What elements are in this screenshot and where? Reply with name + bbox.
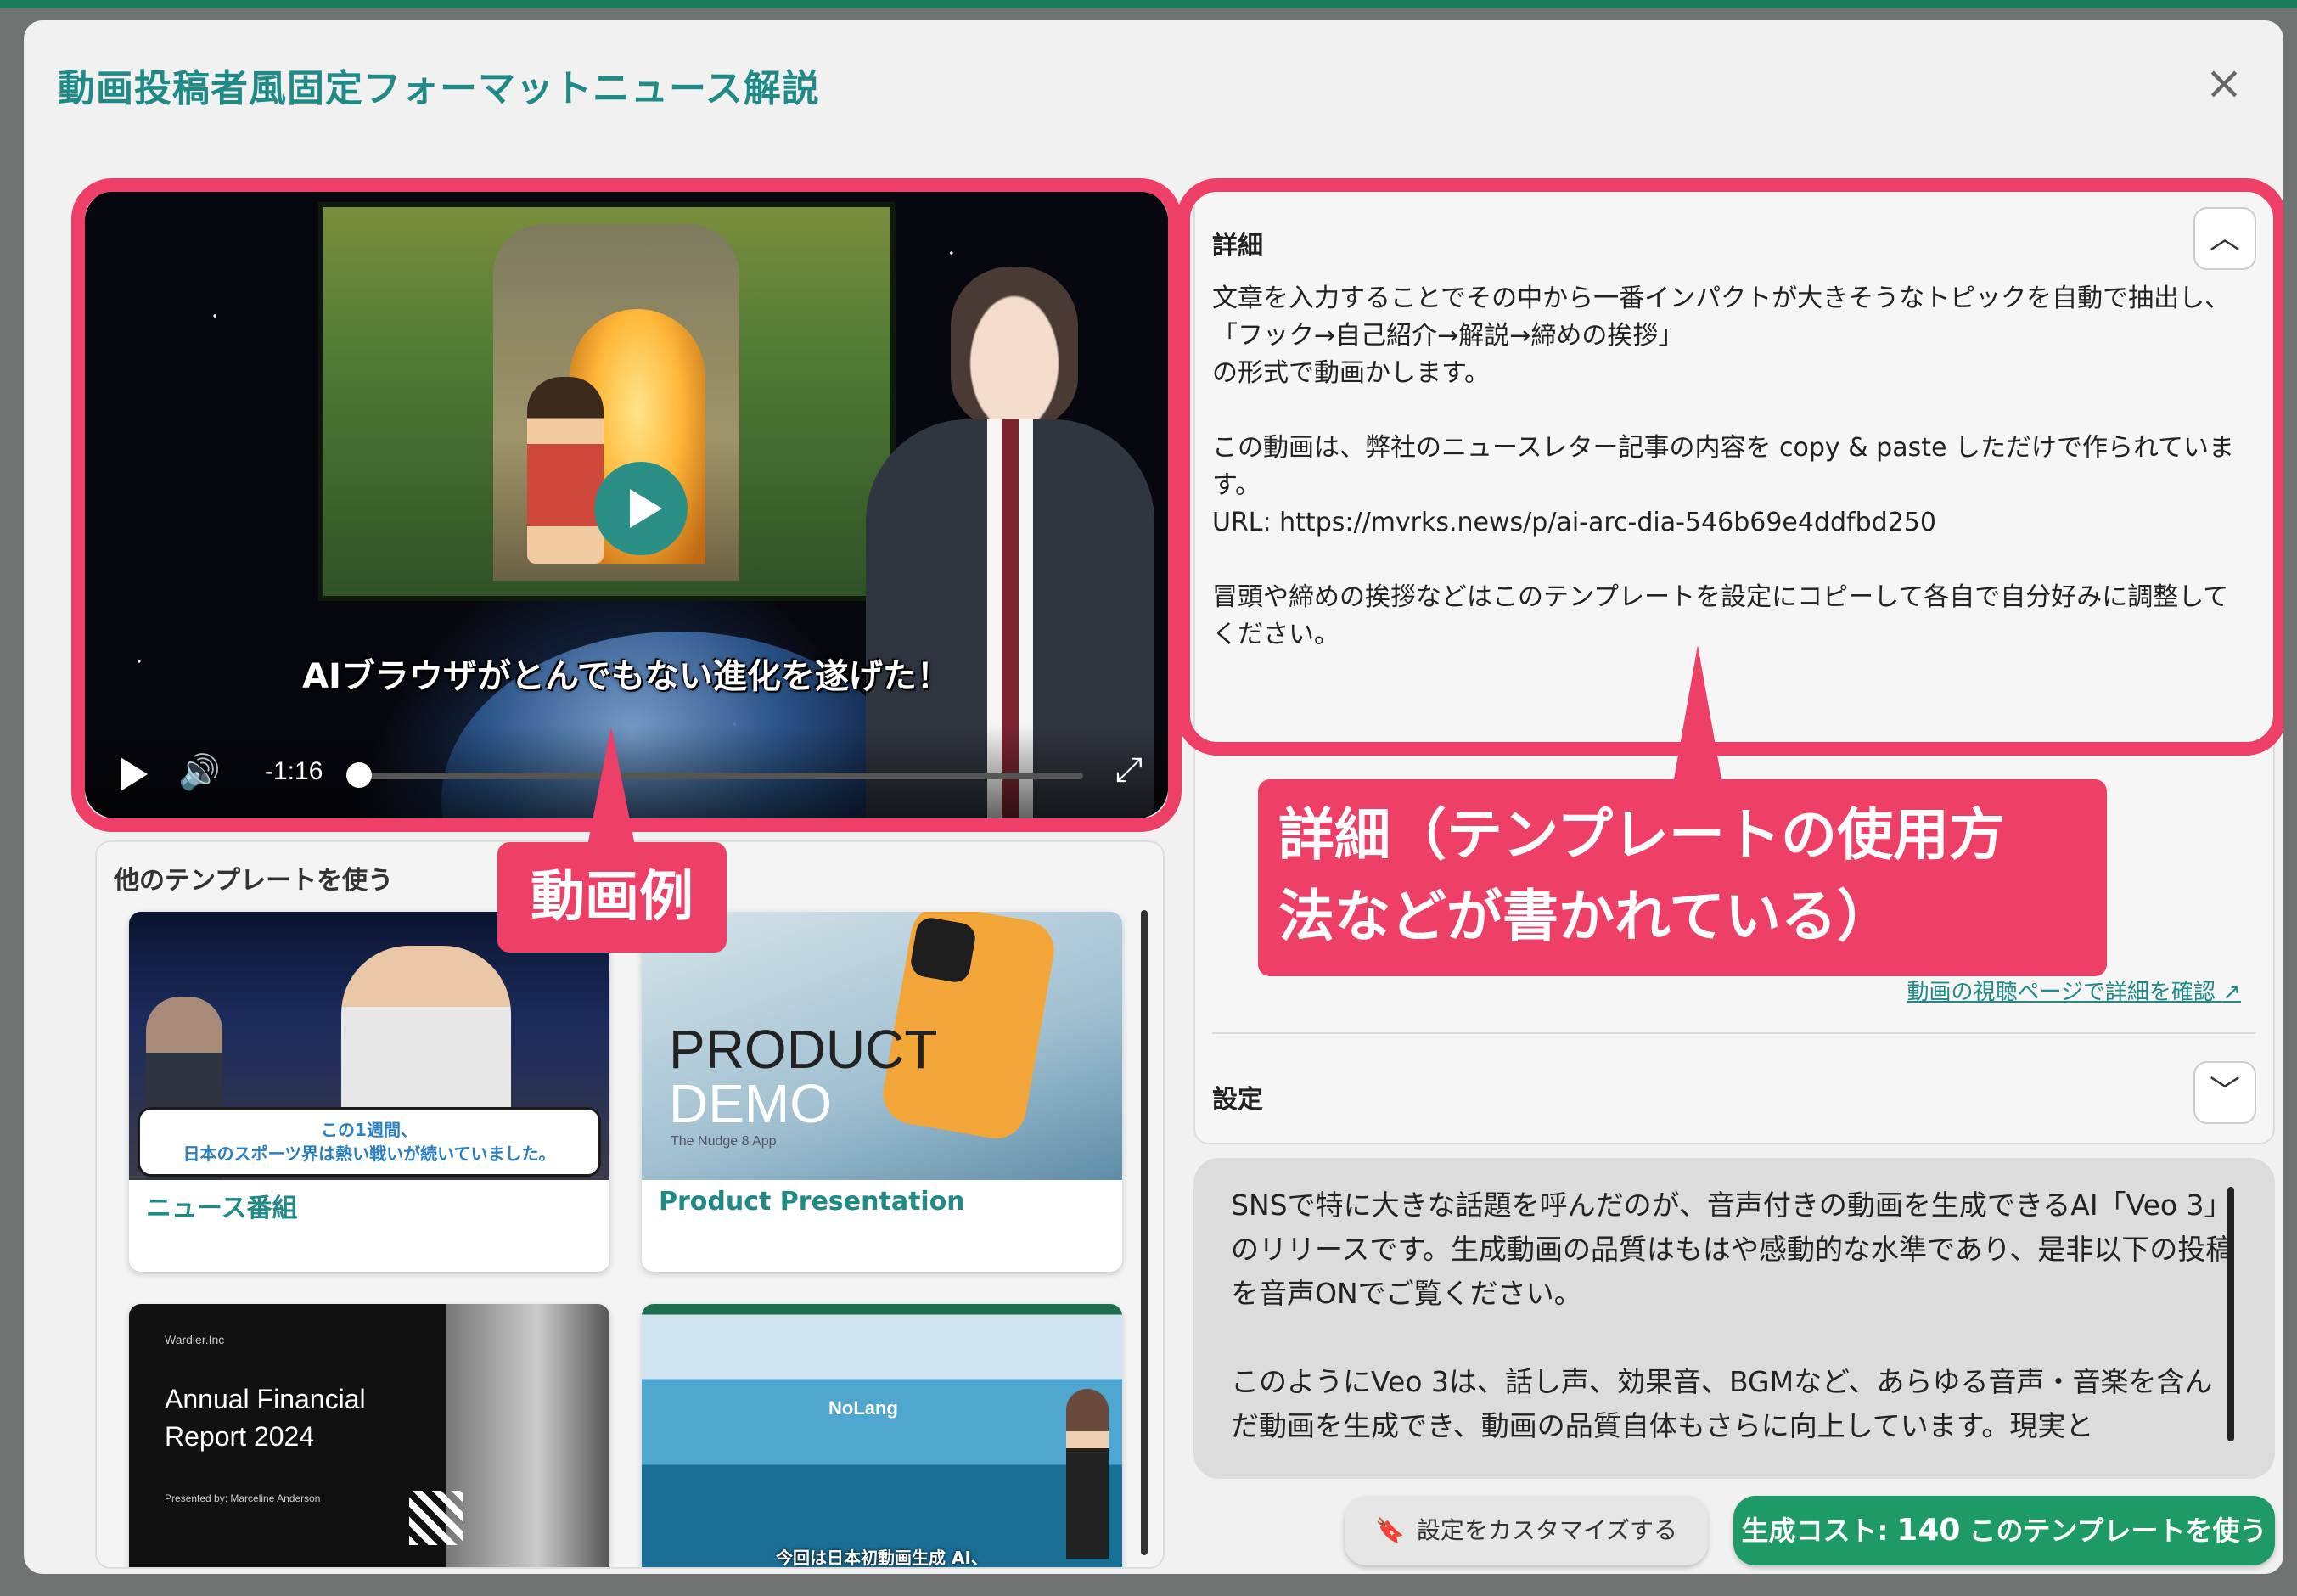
modal-title: 動画投稿者風固定フォーマットニュース解説 bbox=[58, 67, 820, 110]
templates-scrollbar[interactable] bbox=[1141, 910, 1148, 1555]
template-card-label: Product Presentation bbox=[659, 1187, 965, 1217]
template-card-nolang[interactable]: NoLang 今回は日本初動画生成 AI、 bbox=[642, 1304, 1122, 1567]
divider bbox=[1212, 1032, 2256, 1034]
video-player[interactable]: AIブラウザがとんでもない進化を遂げた！ 🔊 -1:16 ⤢ bbox=[85, 190, 1168, 818]
details-body: 文章を入力することでその中から一番インパクトが大きそうなトピックを自動で抽出し、… bbox=[1212, 284, 2235, 649]
settings-title: 設定 bbox=[1212, 1085, 1263, 1115]
volume-icon[interactable]: 🔊 bbox=[178, 752, 221, 792]
details-section: 詳細 ︿ 文章を入力することでその中から一番インパクトが大きそうなトピックを自動… bbox=[1195, 192, 2273, 735]
background-header-strip bbox=[0, 0, 2297, 8]
external-link-icon: ↗ bbox=[2222, 980, 2241, 1005]
play-icon[interactable] bbox=[594, 462, 688, 555]
view-page-link[interactable]: 動画の視聴ページで詳細を確認 ↗ bbox=[1907, 975, 2241, 1006]
time-remaining: -1:16 bbox=[265, 757, 323, 785]
template-card-product[interactable]: PRODUCT DEMO The Nudge 8 App Product Pre… bbox=[642, 912, 1122, 1272]
template-card-news[interactable]: この1週間、 日本のスポーツ界は熱い戦いが続いていました。 ニュース番組 bbox=[129, 912, 609, 1272]
annotation-details-note: 詳細（テンプレートの使用方 法などが書かれている） bbox=[1258, 779, 2107, 976]
details-title: 詳細 bbox=[1212, 231, 1263, 261]
close-icon[interactable]: × bbox=[2199, 58, 2249, 109]
thumbnail-caption: この1週間、 日本のスポーツ界は熱い戦いが続いていました。 bbox=[138, 1107, 601, 1177]
fullscreen-icon[interactable]: ⤢ bbox=[1115, 750, 1143, 790]
generation-cost: 140 bbox=[1896, 1513, 1961, 1548]
annotation-pointer bbox=[1671, 645, 1725, 798]
progress-bar[interactable] bbox=[355, 773, 1083, 779]
template-card-label: ニュース番組 bbox=[146, 1194, 298, 1223]
chevron-down-icon[interactable]: ﹀ bbox=[2193, 1061, 2256, 1124]
input-text-area[interactable]: SNSで特に大きな話題を呼んだのが、音声付きの動画を生成できるAI「Veo 3」… bbox=[1193, 1158, 2275, 1479]
template-thumbnail: NoLang 今回は日本初動画生成 AI、 bbox=[642, 1304, 1122, 1567]
template-card-annual-report[interactable]: Wardier.Inc Annual Financial Report 2024… bbox=[129, 1304, 609, 1567]
use-template-button[interactable]: 生成コスト: 140 このテンプレートを使う bbox=[1733, 1496, 2275, 1565]
annotation-video-example: 動画例 bbox=[497, 842, 727, 953]
template-modal: 動画投稿者風固定フォーマットニュース解説 × AIブラウザがとんでもない進化を遂… bbox=[24, 20, 2283, 1574]
details-settings-panel: 詳細 ︿ 文章を入力することでその中から一番インパクトが大きそうなトピックを自動… bbox=[1193, 190, 2275, 1144]
video-subtitle: AIブラウザがとんでもない進化を遂げた！ bbox=[302, 657, 951, 696]
chevron-up-icon[interactable]: ︿ bbox=[2193, 207, 2256, 270]
customize-settings-button[interactable]: 🔖 設定をカスタマイズする bbox=[1345, 1496, 1708, 1565]
play-icon[interactable] bbox=[121, 757, 148, 791]
progress-knob[interactable] bbox=[346, 762, 372, 788]
template-thumbnail: Wardier.Inc Annual Financial Report 2024… bbox=[129, 1304, 609, 1567]
input-scrollbar[interactable] bbox=[2227, 1187, 2234, 1441]
other-templates-heading: 他のテンプレートを使う bbox=[114, 866, 394, 896]
bookmark-icon: 🔖 bbox=[1374, 1516, 1405, 1544]
